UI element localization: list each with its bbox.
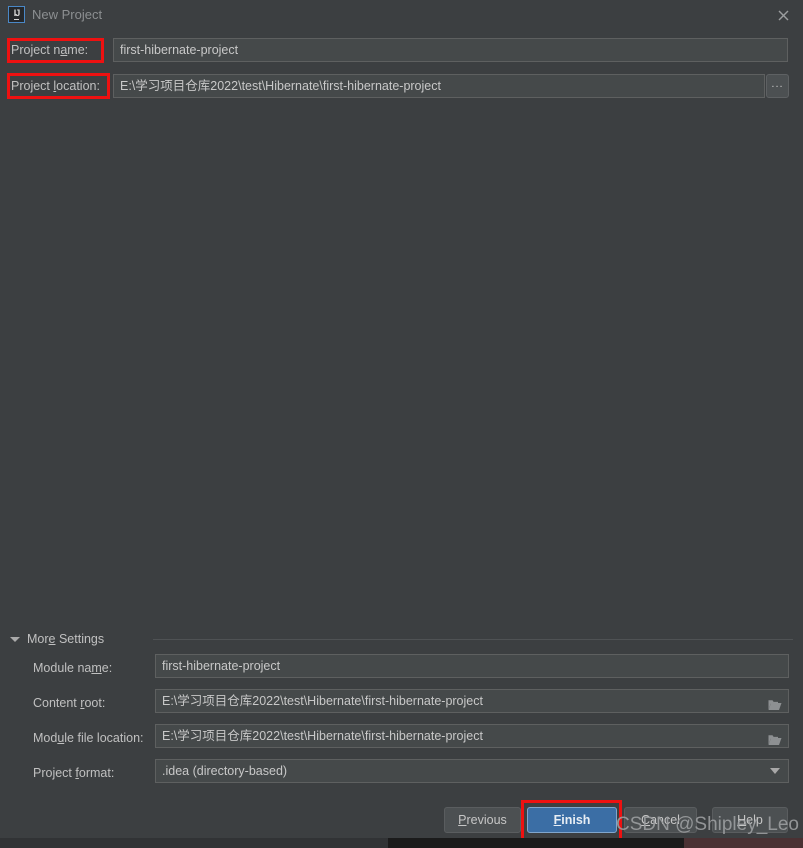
chevron-down-icon: [10, 636, 20, 642]
project-name-input[interactable]: first-hibernate-project: [113, 38, 788, 62]
title-bar: IJ New Project: [0, 0, 803, 30]
module-file-location-value: E:\学习项目仓库2022\test\Hibernate\first-hiber…: [162, 729, 483, 743]
window-title: New Project: [32, 7, 103, 22]
content-root-label: Content root:: [33, 696, 106, 710]
finish-button[interactable]: Finish: [527, 807, 617, 833]
watermark: CSDN @Shipley_Leo: [616, 814, 799, 835]
folder-icon[interactable]: [768, 731, 782, 745]
folder-icon[interactable]: [768, 696, 782, 710]
module-file-location-label: Module file location:: [33, 731, 144, 745]
project-name-label: Project name:: [11, 43, 89, 57]
background-strip-red: [684, 838, 803, 848]
project-location-label: Project location:: [11, 79, 100, 93]
more-settings-separator: [153, 639, 793, 640]
module-file-location-field[interactable]: E:\学习项目仓库2022\test\Hibernate\first-hiber…: [155, 724, 789, 748]
background-strip-dark: [388, 838, 684, 848]
project-format-select[interactable]: .idea (directory-based): [155, 759, 789, 783]
project-format-value: .idea (directory-based): [162, 764, 288, 778]
chevron-down-icon[interactable]: [770, 768, 780, 774]
browse-location-button[interactable]: ...: [766, 74, 789, 98]
content-root-field[interactable]: E:\学习项目仓库2022\test\Hibernate\first-hiber…: [155, 689, 789, 713]
previous-button[interactable]: Previous: [444, 807, 521, 833]
project-location-input[interactable]: E:\学习项目仓库2022\test\Hibernate\first-hiber…: [113, 74, 765, 98]
new-project-dialog: IJ New Project Project name: first-hiber…: [0, 0, 803, 848]
close-icon[interactable]: [773, 5, 793, 25]
project-format-label: Project format:: [33, 766, 115, 780]
more-settings-label: More Settings: [27, 632, 105, 646]
module-name-label: Module name:: [33, 661, 113, 675]
module-name-input[interactable]: first-hibernate-project: [155, 654, 789, 678]
content-root-value: E:\学习项目仓库2022\test\Hibernate\first-hiber…: [162, 694, 483, 708]
intellij-idea-icon: IJ: [8, 6, 25, 23]
more-settings-toggle[interactable]: More Settings: [10, 630, 104, 648]
app-icon-text: IJ: [13, 8, 20, 20]
